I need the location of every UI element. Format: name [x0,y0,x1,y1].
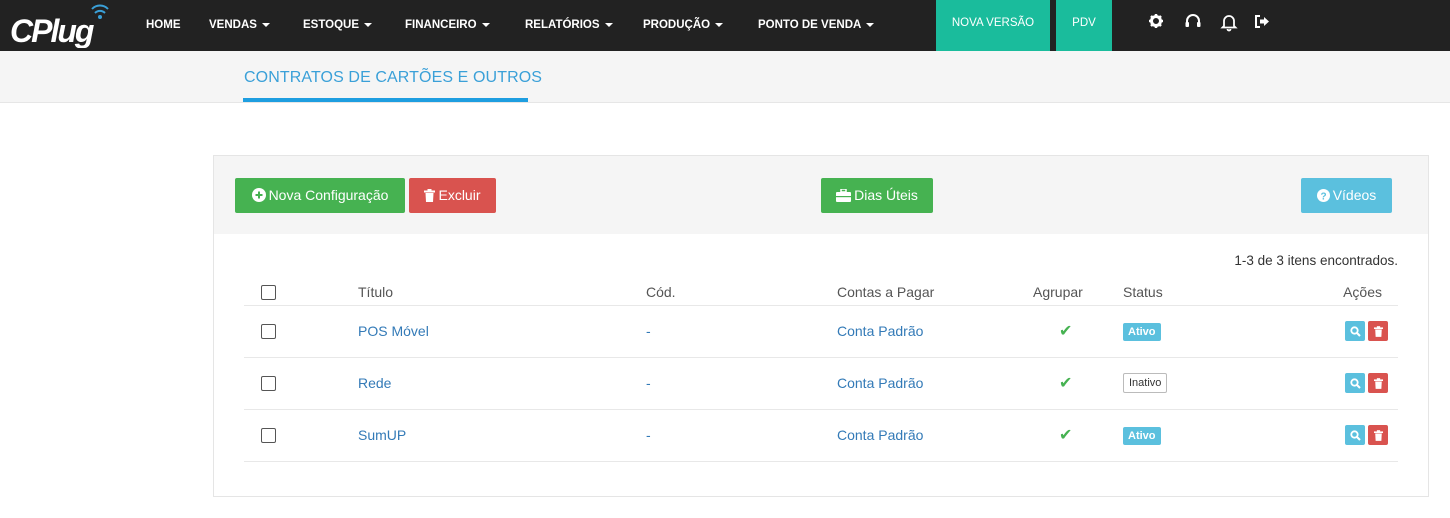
status-badge: Ativo [1123,426,1161,445]
page-subheader: CONTRATOS DE CARTÕES E OUTROS [0,51,1450,103]
nav-producao[interactable]: PRODUÇÃO [643,0,724,51]
pdv-button[interactable]: PDV [1056,0,1112,51]
delete-button[interactable] [1368,425,1388,445]
question-circle-icon: ? [1316,189,1330,203]
caret-down-icon [261,22,270,27]
caret-down-icon [715,22,724,27]
caret-down-icon [866,22,875,27]
col-contas-a-pagar[interactable]: Contas a Pagar [837,279,1033,306]
nav-relatorios[interactable]: RELATÓRIOS [525,0,613,51]
briefcase-icon [836,188,852,202]
nav-vendas[interactable]: VENDAS [209,0,270,51]
status-badge: Inativo [1123,373,1168,393]
nav-financeiro[interactable]: FINANCEIRO [405,0,490,51]
nav-estoque[interactable]: ESTOQUE [303,0,373,51]
col-titulo[interactable]: Título [326,279,646,306]
table-row: Rede - Conta Padrão ✔ Inativo [244,357,1398,410]
row-contas-link[interactable]: Conta Padrão [837,375,923,391]
active-tab-indicator [243,98,528,102]
row-checkbox[interactable] [261,376,276,392]
col-agrupar[interactable]: Agrupar [1033,279,1123,306]
results-count: 1-3 de 3 itens encontrados. [1234,253,1398,268]
svg-text:CPlug: CPlug [10,13,94,48]
nav-ponto-de-venda[interactable]: PONTO DE VENDA [758,0,875,51]
row-cod: - [646,323,651,339]
row-checkbox[interactable] [261,428,276,444]
top-navbar: CPlug HOME VENDAS ESTOQUE FINANCEIRO REL… [0,0,1450,51]
search-icon [1349,430,1361,441]
caret-down-icon [604,22,613,27]
search-icon [1349,326,1361,337]
contracts-table: Título Cód. Contas a Pagar Agrupar Statu… [244,279,1398,462]
view-button[interactable] [1345,373,1365,393]
delete-button[interactable] [1368,321,1388,341]
dias-uteis-button[interactable]: Dias Úteis [821,178,933,213]
view-button[interactable] [1345,425,1365,445]
status-badge: Ativo [1123,322,1161,341]
tab-contratos[interactable]: CONTRATOS DE CARTÕES E OUTROS [244,69,542,87]
row-contas-link[interactable]: Conta Padrão [837,427,923,443]
nova-configuracao-button[interactable]: Nova Configuração [235,178,405,213]
check-icon: ✔ [1059,427,1073,444]
row-contas-link[interactable]: Conta Padrão [837,323,923,339]
excluir-button[interactable]: Excluir [409,178,496,213]
svg-text:?: ? [1320,192,1326,203]
content-panel: Nova Configuração Excluir Dias Úteis ? Ví… [213,155,1429,497]
trash-icon [1373,430,1383,441]
check-icon: ✔ [1059,375,1073,392]
check-icon: ✔ [1059,323,1073,340]
cplug-logo[interactable]: CPlug [8,4,120,48]
row-title-link[interactable]: Rede [358,375,391,391]
plus-circle-icon [251,188,266,202]
caret-down-icon [364,22,373,27]
table-header-row: Título Cód. Contas a Pagar Agrupar Statu… [244,279,1398,306]
select-all-checkbox[interactable] [261,285,276,301]
panel-toolbar: Nova Configuração Excluir Dias Úteis ? Ví… [214,156,1428,234]
delete-button[interactable] [1368,373,1388,393]
row-cod: - [646,427,651,443]
trash-icon [1373,326,1383,337]
search-icon [1349,378,1361,389]
gear-icon[interactable] [1145,12,1167,34]
row-checkbox[interactable] [261,324,276,340]
trash-icon [424,189,436,202]
caret-down-icon [481,22,490,27]
logout-icon[interactable] [1252,12,1274,34]
videos-button[interactable]: ? Vídeos [1301,178,1392,213]
row-cod: - [646,375,651,391]
col-status[interactable]: Status [1123,279,1283,306]
bell-icon[interactable] [1218,12,1240,34]
col-acoes: Ações [1283,279,1398,306]
trash-icon [1373,378,1383,389]
table-row: SumUP - Conta Padrão ✔ Ativo [244,409,1398,462]
nova-versao-button[interactable]: NOVA VERSÃO [936,0,1050,51]
row-title-link[interactable]: POS Móvel [358,323,429,339]
view-button[interactable] [1345,321,1365,341]
nav-home[interactable]: HOME [146,0,181,51]
row-title-link[interactable]: SumUP [358,427,406,443]
table-row: POS Móvel - Conta Padrão ✔ Ativo [244,305,1398,358]
headset-icon[interactable] [1182,12,1204,34]
col-cod[interactable]: Cód. [646,279,837,306]
